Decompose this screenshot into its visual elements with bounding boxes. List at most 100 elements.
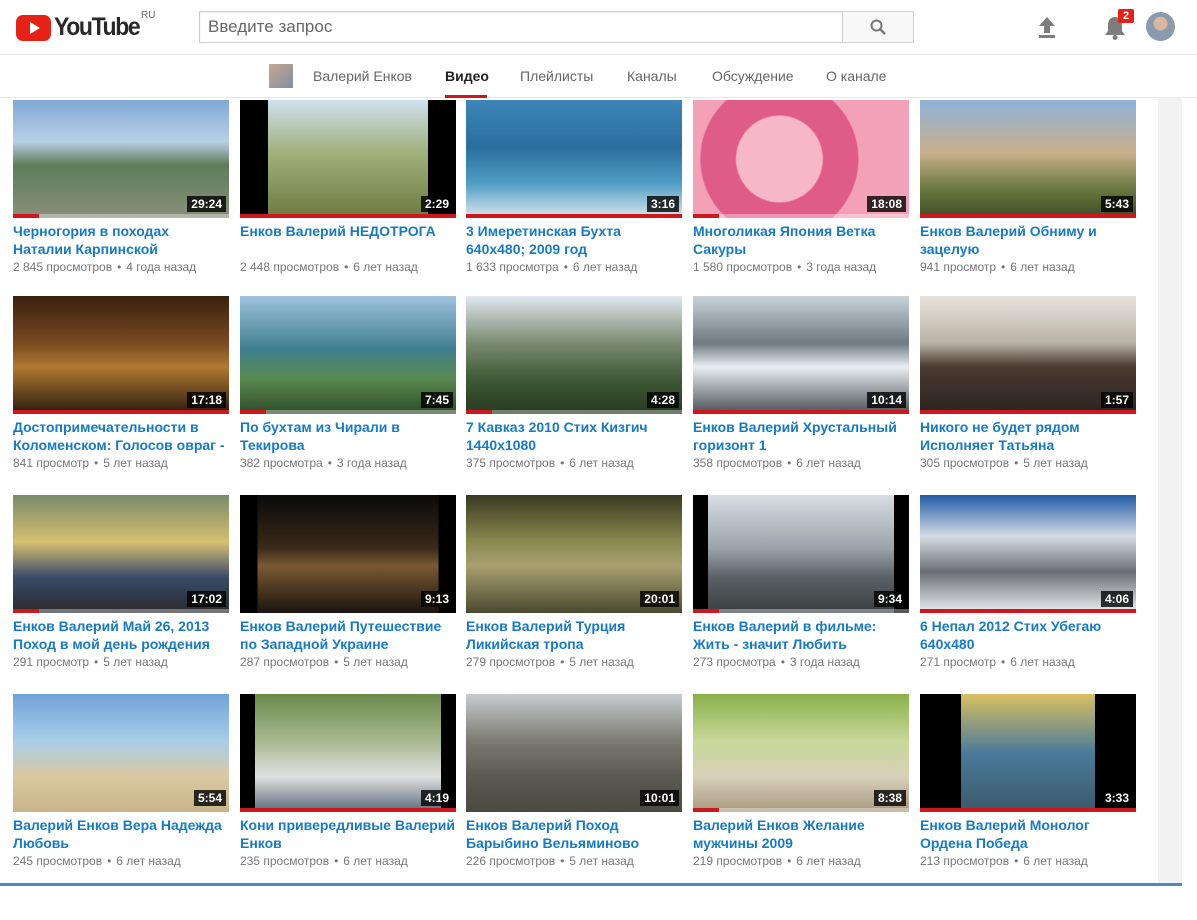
video-duration: 10:01 xyxy=(640,790,679,806)
view-count: 382 просмотра xyxy=(240,456,323,470)
video-duration: 10:14 xyxy=(867,392,906,408)
watch-progress-bar xyxy=(920,609,1136,613)
video-card[interactable]: 7:45 По бухтам из Чирали в Текирова 382 пр… xyxy=(240,296,456,470)
video-thumbnail[interactable]: 20:01 xyxy=(466,495,682,613)
video-thumbnail[interactable]: 2:29 xyxy=(240,100,456,218)
video-duration: 9:34 xyxy=(873,591,906,607)
video-card[interactable]: 9:13 Енков Валерий Путешествие по Западно… xyxy=(240,495,456,669)
video-thumbnail[interactable]: 1:57 xyxy=(920,296,1136,414)
video-card[interactable]: 5:43 Енков Валерий Обниму и зацелую 941 пр… xyxy=(920,100,1136,274)
scrollbar[interactable] xyxy=(1158,98,1182,883)
video-title-link[interactable]: Енков Валерий Обниму и зацелую xyxy=(920,222,1136,258)
watch-progress-bar xyxy=(240,808,456,812)
video-card[interactable]: 1:57 Никого не будет рядом Исполняет Тать… xyxy=(920,296,1136,470)
video-duration: 20:01 xyxy=(640,591,679,607)
video-title-link[interactable]: Енков Валерий в фильме: Жить - значит Лю… xyxy=(693,617,909,653)
watch-progress-track xyxy=(240,410,456,414)
video-card[interactable]: 20:01 Енков Валерий Турция Ликийская троп… xyxy=(466,495,682,669)
video-card[interactable]: 4:06 6 Непал 2012 Стих Убегаю 640x480 271 … xyxy=(920,495,1136,669)
video-title-link[interactable]: Енков Валерий Хрустальный горизонт 1 xyxy=(693,418,909,454)
video-title-link[interactable]: Енков Валерий Монолог Ордена Победа xyxy=(920,816,1136,852)
logo-text: YouTube xyxy=(54,13,141,41)
video-card[interactable]: 10:14 Енков Валерий Хрустальный горизонт … xyxy=(693,296,909,470)
video-thumbnail[interactable]: 5:43 xyxy=(920,100,1136,218)
video-title-link[interactable]: Валерий Енков Вера Надежда Любовь xyxy=(13,816,229,852)
video-title-link[interactable]: Енков Валерий Путешествие по Западной Ук… xyxy=(240,617,456,653)
video-thumbnail[interactable]: 4:06 xyxy=(920,495,1136,613)
tab-videos[interactable]: Видео xyxy=(445,68,489,84)
watch-progress-bar xyxy=(693,410,909,414)
video-meta: 271 просмотр • 6 лет назад xyxy=(920,655,1136,669)
video-title-link[interactable]: Енков Валерий Турция Ликийская тропа xyxy=(466,617,682,653)
video-thumbnail[interactable]: 17:02 xyxy=(13,495,229,613)
video-card[interactable]: 3:16 3 Имеретинская Бухта 640x480; 2009 г… xyxy=(466,100,682,274)
upload-age: 6 лет назад xyxy=(1010,655,1075,669)
video-thumbnail[interactable]: 29:24 xyxy=(13,100,229,218)
youtube-logo[interactable]: YouTube RU xyxy=(16,10,155,42)
video-card[interactable]: 4:19 Кони привередливые Валерий Енков 235 … xyxy=(240,694,456,868)
video-card[interactable]: 5:54 Валерий Енков Вера Надежда Любовь 245… xyxy=(13,694,229,868)
view-count: 305 просмотров xyxy=(920,456,1010,470)
video-thumbnail[interactable]: 4:28 xyxy=(466,296,682,414)
video-thumbnail[interactable]: 7:45 xyxy=(240,296,456,414)
video-meta: 941 просмотр • 6 лет назад xyxy=(920,260,1136,274)
video-title-link[interactable]: 3 Имеретинская Бухта 640x480; 2009 год xyxy=(466,222,682,258)
video-title-link[interactable]: Черногория в походах Наталии Карпинской xyxy=(13,222,229,258)
video-card[interactable]: 3:33 Енков Валерий Монолог Ордена Победа 2… xyxy=(920,694,1136,868)
video-title-link[interactable]: По бухтам из Чирали в Текирова xyxy=(240,418,456,454)
video-thumbnail[interactable]: 9:34 xyxy=(693,495,909,613)
video-title-link[interactable]: 6 Непал 2012 Стих Убегаю 640x480 xyxy=(920,617,1136,653)
upload-icon[interactable] xyxy=(1036,15,1058,39)
video-title-link[interactable]: Достопримечательности в Коломенском: Гол… xyxy=(13,418,229,454)
account-avatar[interactable] xyxy=(1146,12,1175,41)
video-title-link[interactable]: Енков Валерий НЕДОТРОГА xyxy=(240,222,456,258)
video-thumbnail[interactable]: 3:33 xyxy=(920,694,1136,812)
watch-progress-bar xyxy=(13,609,39,613)
upload-age: 6 лет назад xyxy=(572,260,638,274)
video-card[interactable]: 18:08 Многоликая Япония Ветка Сакуры 1 580… xyxy=(693,100,909,274)
video-card[interactable]: 17:18 Достопримечательности в Коломенском… xyxy=(13,296,229,470)
meta-separator: • xyxy=(1001,655,1006,669)
video-title-link[interactable]: Кони привередливые Валерий Енков xyxy=(240,816,456,852)
video-thumbnail[interactable]: 10:01 xyxy=(466,694,682,812)
watch-progress-bar xyxy=(693,808,719,812)
search-button[interactable] xyxy=(842,11,914,43)
video-title-link[interactable]: Многоликая Япония Ветка Сакуры xyxy=(693,222,909,258)
meta-separator: • xyxy=(787,456,792,470)
channel-avatar[interactable] xyxy=(269,64,293,88)
upload-age: 6 лет назад xyxy=(343,854,408,868)
video-card[interactable]: 4:28 7 Кавказ 2010 Стих Кизгич 1440x1080 3… xyxy=(466,296,682,470)
view-count: 1 580 просмотров xyxy=(693,260,793,274)
video-title-link[interactable]: Енков Валерий Май 26, 2013 Поход в мой д… xyxy=(13,617,229,653)
video-card[interactable]: 10:01 Енков Валерий Поход Барыбино Вельям… xyxy=(466,694,682,868)
video-title-link[interactable]: Никого не будет рядом Исполняет Татьяна xyxy=(920,418,1136,454)
video-thumbnail[interactable]: 17:18 xyxy=(13,296,229,414)
video-thumbnail[interactable]: 3:16 xyxy=(466,100,682,218)
video-card[interactable]: 9:34 Енков Валерий в фильме: Жить - значи… xyxy=(693,495,909,669)
upload-age: 5 лет назад xyxy=(103,456,168,470)
video-card[interactable]: 29:24 Черногория в походах Наталии Карпин… xyxy=(13,100,229,274)
video-meta: 226 просмотров • 5 лет назад xyxy=(466,854,682,868)
view-count: 219 просмотров xyxy=(693,854,783,868)
video-title-link[interactable]: Валерий Енков Желание мужчины 2009 xyxy=(693,816,909,852)
tab-playlists[interactable]: Плейлисты xyxy=(520,68,593,84)
search-input[interactable] xyxy=(199,11,842,43)
video-card[interactable]: 17:02 Енков Валерий Май 26, 2013 Поход в … xyxy=(13,495,229,669)
tab-about[interactable]: О канале xyxy=(826,68,886,84)
video-thumbnail[interactable]: 9:13 xyxy=(240,495,456,613)
video-thumbnail[interactable]: 18:08 xyxy=(693,100,909,218)
video-thumbnail[interactable]: 5:54 xyxy=(13,694,229,812)
video-title-link[interactable]: Енков Валерий Поход Барыбино Вельяминово… xyxy=(466,816,682,852)
logo-region: RU xyxy=(141,10,156,21)
video-title-link[interactable]: 7 Кавказ 2010 Стих Кизгич 1440x1080 xyxy=(466,418,682,454)
channel-name-link[interactable]: Валерий Енков xyxy=(313,68,412,84)
video-meta: 1 633 просмотра • 6 лет назад xyxy=(466,260,682,274)
meta-separator: • xyxy=(780,655,785,669)
video-thumbnail[interactable]: 4:19 xyxy=(240,694,456,812)
tab-channels[interactable]: Каналы xyxy=(627,68,677,84)
tab-discussion[interactable]: Обсуждение xyxy=(712,68,794,84)
video-card[interactable]: 8:38 Валерий Енков Желание мужчины 2009 21… xyxy=(693,694,909,868)
video-thumbnail[interactable]: 8:38 xyxy=(693,694,909,812)
video-card[interactable]: 2:29 Енков Валерий НЕДОТРОГА 2 448 просмот… xyxy=(240,100,456,274)
video-thumbnail[interactable]: 10:14 xyxy=(693,296,909,414)
